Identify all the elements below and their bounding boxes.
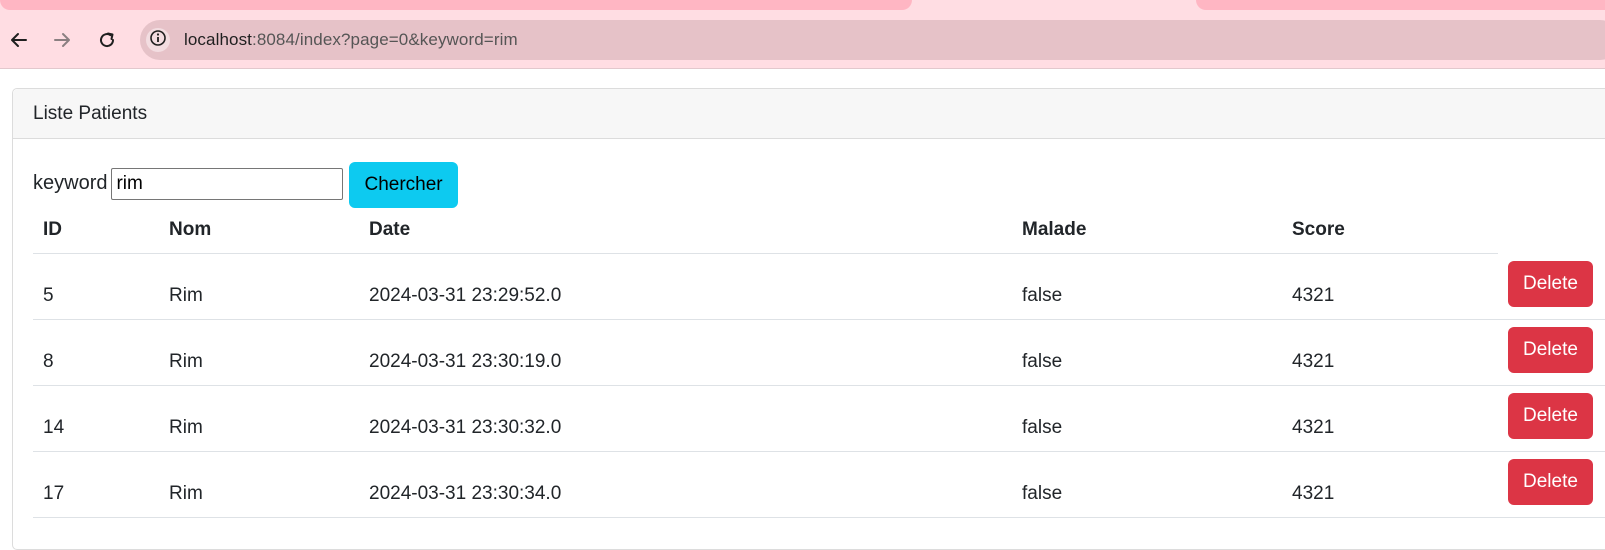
cell-score: 4321	[1282, 385, 1498, 452]
cell-nom: Rim	[159, 253, 359, 320]
cell-date: 2024-03-31 23:29:52.0	[359, 253, 1012, 320]
cell-nom: Rim	[159, 451, 359, 518]
header-id: ID	[33, 207, 159, 254]
header-action	[1498, 207, 1605, 254]
header-date: Date	[359, 207, 1012, 254]
cell-id: 17	[33, 451, 159, 518]
cell-nom: Rim	[159, 319, 359, 386]
address-bar[interactable]: localhost:8084/index?page=0&keyword=rim	[140, 20, 1605, 60]
cell-malade: false	[1012, 253, 1282, 320]
cell-date: 2024-03-31 23:30:19.0	[359, 319, 1012, 386]
cell-id: 14	[33, 385, 159, 452]
header-nom: Nom	[159, 207, 359, 254]
table-row: 8 Rim 2024-03-31 23:30:19.0 false 4321 D…	[33, 319, 1605, 386]
reload-button[interactable]	[93, 26, 121, 54]
cell-score: 4321	[1282, 451, 1498, 518]
table-row: 14 Rim 2024-03-31 23:30:32.0 false 4321 …	[33, 385, 1605, 452]
patients-card: Liste Patients keyword Chercher ID Nom D…	[12, 88, 1605, 550]
site-info-button[interactable]	[146, 28, 170, 52]
cell-malade: false	[1012, 319, 1282, 386]
arrow-right-icon	[52, 30, 72, 50]
cell-action: Delete	[1498, 253, 1605, 320]
cell-id: 8	[33, 319, 159, 386]
cell-action: Delete	[1498, 385, 1605, 452]
url-host: localhost	[184, 30, 252, 49]
cell-score: 4321	[1282, 319, 1498, 386]
arrow-left-icon	[9, 30, 29, 50]
forward-button[interactable]	[48, 26, 76, 54]
delete-button[interactable]: Delete	[1508, 459, 1593, 505]
cell-malade: false	[1012, 385, 1282, 452]
keyword-label: keyword	[33, 172, 108, 194]
table-row: 17 Rim 2024-03-31 23:30:34.0 false 4321 …	[33, 451, 1605, 518]
keyword-input[interactable]	[111, 167, 344, 200]
browser-tab[interactable]	[1196, 0, 1605, 10]
table-header-row: ID Nom Date Malade Score	[33, 207, 1605, 254]
cell-malade: false	[1012, 451, 1282, 518]
table-row: 5 Rim 2024-03-31 23:29:52.0 false 4321 D…	[33, 253, 1605, 320]
browser-tab[interactable]	[0, 0, 912, 10]
cell-nom: Rim	[159, 385, 359, 452]
cell-action: Delete	[1498, 451, 1605, 518]
cell-action: Delete	[1498, 319, 1605, 386]
cell-id: 5	[33, 253, 159, 320]
delete-button[interactable]: Delete	[1508, 393, 1593, 439]
header-score: Score	[1282, 207, 1498, 254]
url-path: :8084/index?page=0&keyword=rim	[252, 30, 518, 49]
delete-button[interactable]: Delete	[1508, 327, 1593, 373]
cell-date: 2024-03-31 23:30:32.0	[359, 385, 1012, 452]
reload-icon	[97, 30, 117, 50]
info-icon	[149, 29, 167, 52]
tab-strip	[0, 0, 1605, 18]
card-header: Liste Patients	[13, 89, 1605, 139]
delete-button[interactable]: Delete	[1508, 261, 1593, 307]
search-button[interactable]: Chercher	[349, 162, 458, 208]
cell-score: 4321	[1282, 253, 1498, 320]
search-form: keyword Chercher	[33, 159, 458, 208]
patients-table: ID Nom Date Malade Score 5 Rim 2024-03-3…	[33, 207, 1605, 518]
cell-date: 2024-03-31 23:30:34.0	[359, 451, 1012, 518]
back-button[interactable]	[5, 26, 33, 54]
url-text: localhost:8084/index?page=0&keyword=rim	[184, 30, 518, 50]
browser-toolbar: localhost:8084/index?page=0&keyword=rim	[0, 18, 1605, 69]
header-malade: Malade	[1012, 207, 1282, 254]
